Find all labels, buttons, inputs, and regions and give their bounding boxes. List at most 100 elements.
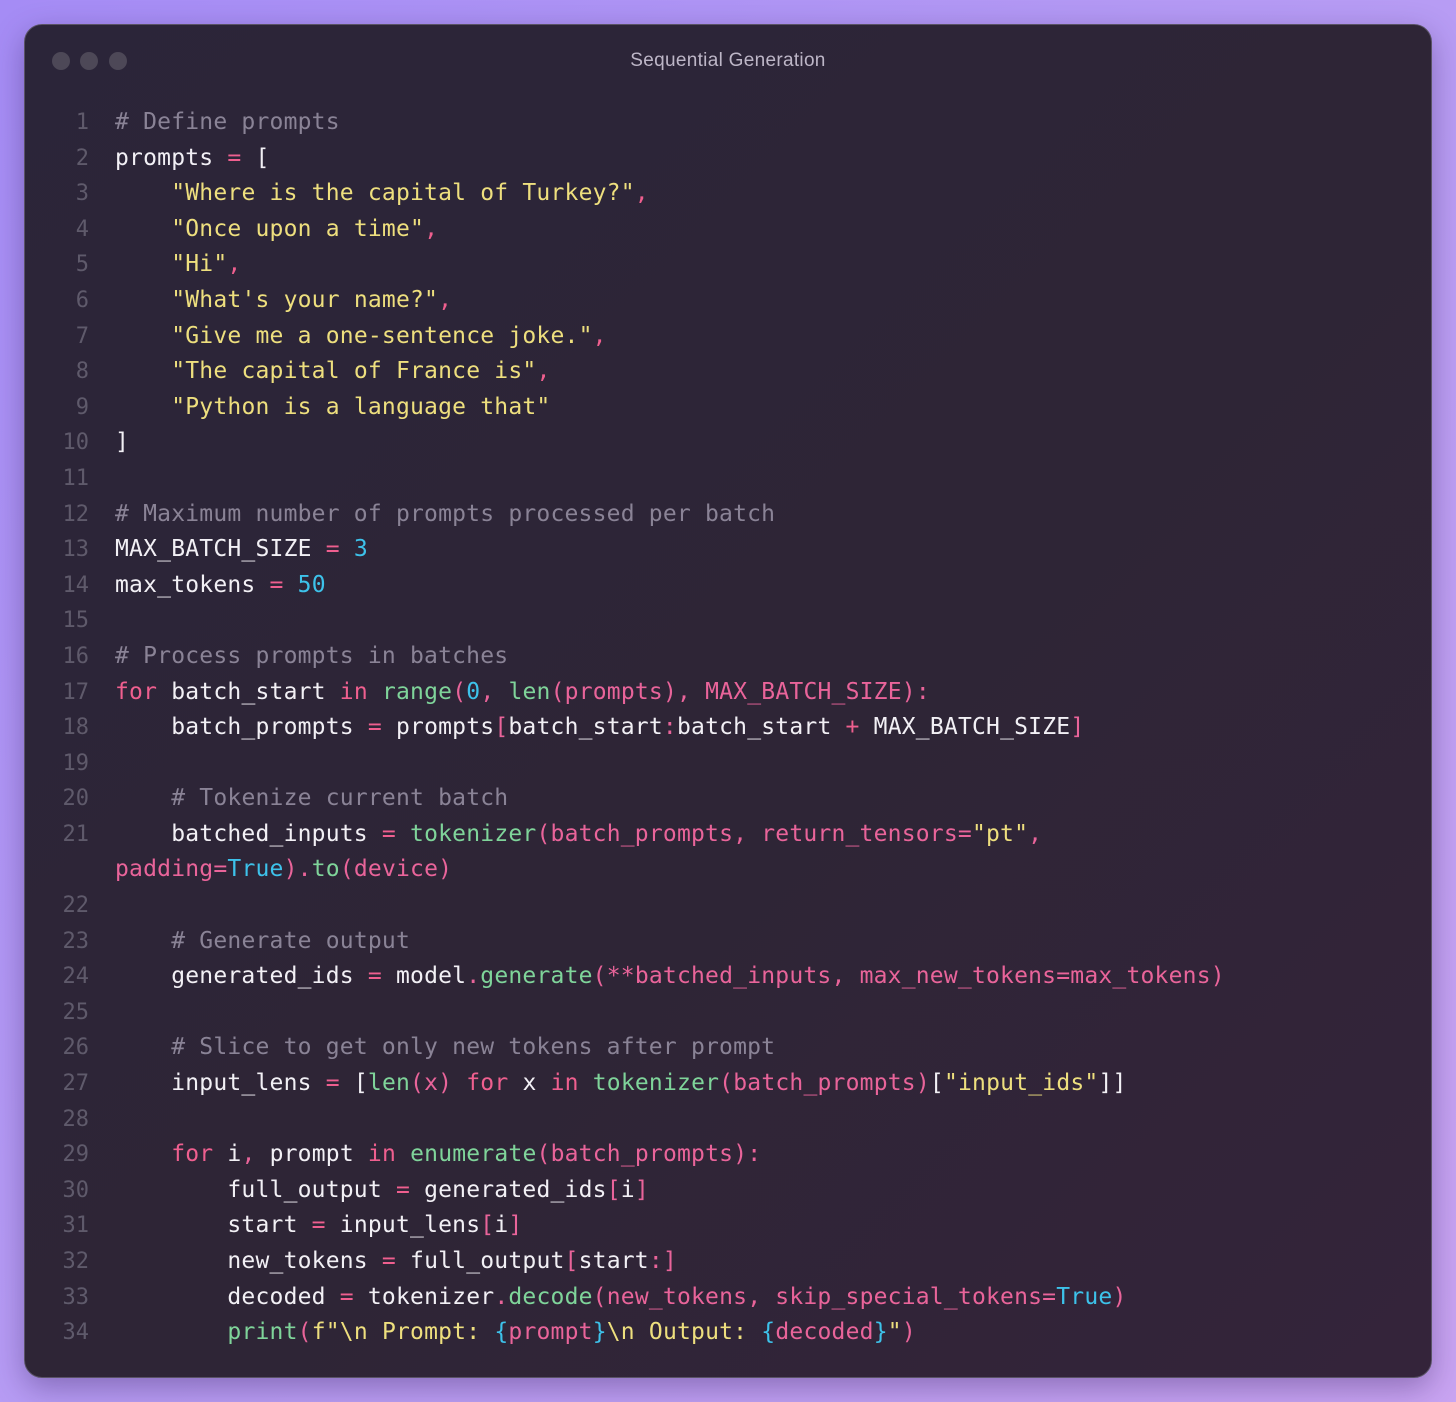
line-number: 17 — [62, 679, 90, 705]
keyword-token: = — [367, 963, 382, 990]
punctuation-token: ] — [1070, 714, 1085, 741]
line-number: 9 — [75, 394, 89, 420]
string-token: \n Output: — [606, 1319, 762, 1346]
code-line: 16 # Process prompts in batches — [25, 639, 1431, 675]
line-number: 18 — [62, 715, 90, 741]
code-text: full_output = generated_ids[i] — [115, 1173, 649, 1209]
line-number: 24 — [62, 964, 90, 990]
line-number: 13 — [62, 537, 90, 563]
punctuation-token: , — [1028, 820, 1043, 847]
line-number: 28 — [62, 1106, 90, 1132]
keyword-token: for — [171, 1141, 214, 1168]
identifier-token — [115, 287, 171, 313]
number-token: 50 — [297, 571, 326, 598]
identifier-token: ] — [115, 429, 130, 456]
keyword-token: for — [115, 678, 158, 705]
code-text: "Give me a one-sentence joke.", — [115, 319, 607, 355]
punctuation-token: [ — [480, 1212, 495, 1239]
code-editor[interactable]: 1 # Define prompts 2 prompts = [3 "Where is… — [25, 105, 1431, 1351]
identifier-token: [ — [241, 144, 270, 171]
code-line: 15 — [25, 603, 1431, 639]
code-text: # Maximum number of prompts processed pe… — [115, 497, 775, 533]
line-number: 32 — [62, 1249, 90, 1274]
punctuation-token: ) — [1112, 1283, 1127, 1310]
punctuation-token: (device) — [339, 856, 453, 883]
keyword-token: , — [438, 286, 453, 313]
line-number: 10 — [62, 430, 90, 456]
line-number: 3 — [75, 181, 89, 207]
punctuation-token: decoded — [775, 1319, 874, 1346]
comment-token: # Maximum number of prompts processed pe… — [115, 500, 776, 527]
identifier-token — [115, 1141, 171, 1167]
code-text: "Once upon a time", — [115, 212, 438, 248]
punctuation-token: : — [662, 714, 677, 741]
string-token: f"\n Prompt: — [311, 1319, 495, 1346]
identifier-token: x — [508, 1070, 551, 1097]
code-line: 26 # Slice to get only new tokens after … — [25, 1030, 1431, 1066]
identifier-token: MAX_BATCH_SIZE — [115, 536, 326, 563]
keyword-token: , — [424, 215, 439, 242]
line-number: 6 — [75, 287, 89, 313]
punctuation-token: ] — [508, 1212, 523, 1239]
code-line: 2 prompts = [ — [25, 141, 1431, 177]
code-line: 22 — [25, 888, 1431, 924]
number-token: } — [592, 1319, 607, 1346]
code-text: "What's your name?", — [115, 283, 452, 319]
code-line: 5 "Hi", — [25, 247, 1431, 283]
number-token: 3 — [353, 536, 368, 563]
code-line: 4 "Once upon a time", — [25, 212, 1431, 248]
function-token: decode — [508, 1283, 593, 1310]
keyword-token: in — [550, 1070, 579, 1097]
identifier-token: batch_start — [508, 714, 663, 741]
code-text: generated_ids = model.generate(**batched… — [115, 959, 1225, 995]
line-number: 21 — [62, 821, 90, 847]
keyword-token: , — [634, 180, 649, 207]
code-line: 34 print(f"\n Prompt: {prompt}\n Output:… — [25, 1315, 1431, 1351]
identifier-token — [115, 394, 171, 420]
function-token: range — [381, 678, 453, 705]
code-line: 23 # Generate output — [25, 924, 1431, 960]
comment-token: # Define prompts — [115, 109, 340, 135]
comment-token: # Process prompts in batches — [115, 642, 509, 669]
keyword-token: in — [367, 1141, 397, 1168]
keyword-token: = — [339, 1283, 354, 1310]
comment-token: # Generate output — [171, 927, 411, 954]
code-line: padding=True).to(device) — [25, 852, 1431, 888]
identifier-token — [340, 536, 354, 562]
number-token: { — [761, 1319, 776, 1346]
code-line: 7 "Give me a one-sentence joke.", — [25, 319, 1431, 355]
line-number: 30 — [62, 1177, 90, 1203]
keyword-token: = — [367, 714, 382, 741]
code-text: "Where is the capital of Turkey?", — [115, 176, 649, 212]
keyword-token: + — [845, 714, 860, 741]
code-text: start = input_lens[i] — [115, 1208, 522, 1244]
line-number: 5 — [75, 252, 89, 278]
code-line: 27 input_lens = [len(x) for x in tokeniz… — [25, 1066, 1431, 1102]
string-token: "What's your name?" — [171, 286, 439, 313]
identifier-token — [368, 679, 382, 705]
function-token: generate — [480, 963, 593, 990]
comment-token: # Slice to get only new tokens after pro… — [171, 1034, 776, 1061]
identifier-token: generated_ids — [115, 963, 368, 990]
identifier-token: i — [213, 1141, 242, 1168]
code-line: 31 start = input_lens[i] — [25, 1208, 1431, 1244]
code-line: 30 full_output = generated_ids[i] — [25, 1173, 1431, 1209]
identifier-token: start — [578, 1248, 649, 1274]
identifier-token: [ — [929, 1070, 944, 1097]
window-title: Sequential Generation — [630, 50, 826, 71]
keyword-token: = — [381, 820, 396, 847]
keyword-token: = — [325, 1070, 340, 1097]
identifier-token: max_tokens — [115, 571, 270, 598]
function-token: len — [508, 678, 551, 705]
code-window: Sequential Generation 1 # Define prompts 2… — [24, 24, 1432, 1378]
identifier-token — [115, 180, 171, 206]
line-number: 8 — [75, 359, 89, 385]
keyword-token: = — [269, 571, 284, 598]
line-number: 25 — [62, 999, 90, 1025]
identifier-token: start — [115, 1212, 312, 1239]
line-number: 29 — [62, 1142, 90, 1168]
line-number: 20 — [62, 786, 90, 812]
identifier-token — [115, 323, 171, 349]
code-text: "Python is a language that" — [115, 390, 550, 426]
code-text: new_tokens = full_output[start:] — [115, 1244, 677, 1280]
